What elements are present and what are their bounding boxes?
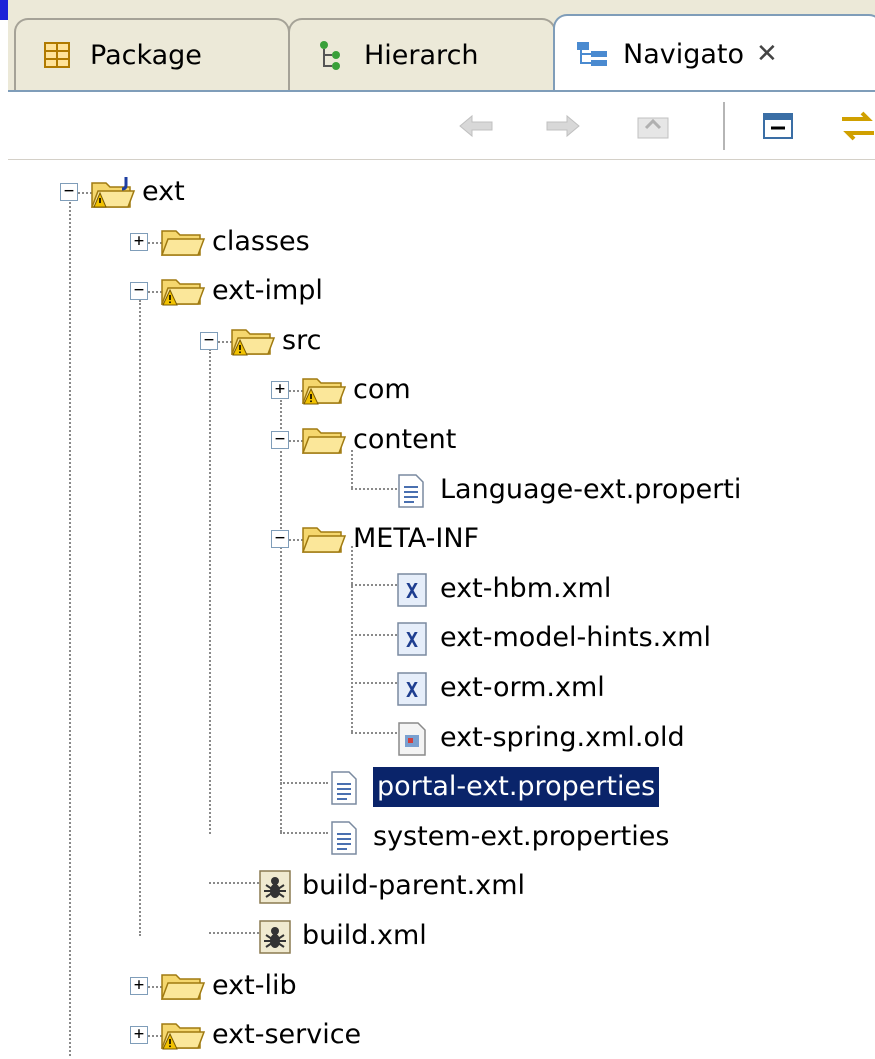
tree-item[interactable]: portal-ext.properties — [8, 765, 875, 811]
svg-text:X: X — [406, 678, 418, 702]
hierarchy-icon — [316, 40, 346, 70]
generic-file-icon — [396, 721, 438, 756]
collapse-all-icon[interactable] — [758, 106, 798, 146]
expand-icon[interactable]: + — [130, 232, 148, 251]
collapse-icon[interactable]: − — [60, 183, 78, 201]
editor-edge-marker — [0, 0, 8, 20]
folder-icon — [160, 225, 206, 259]
left-edge — [0, 0, 8, 1056]
go-up-icon[interactable] — [633, 106, 673, 146]
svg-text:X: X — [406, 579, 418, 603]
tree-item-label: com — [353, 374, 411, 406]
folder-warning-icon — [301, 373, 347, 407]
project-folder-icon — [90, 175, 136, 209]
tab-label: Hierarch — [364, 39, 479, 71]
tree-item[interactable]: Xext-model-hints.xml — [8, 616, 875, 662]
tree-item-label: META-INF — [353, 523, 480, 555]
view-tab-bar: Package Hierarch Navigato ✕ — [8, 0, 875, 92]
tree-item[interactable]: build.xml — [8, 914, 875, 960]
collapse-icon[interactable]: − — [130, 282, 148, 301]
tree-item[interactable]: − ext — [8, 170, 875, 216]
tree-item[interactable]: + ext-lib — [8, 964, 875, 1010]
folder-icon — [301, 423, 347, 457]
xml-file-icon: X — [396, 671, 438, 706]
tree-item[interactable]: Language-ext.properti — [8, 468, 875, 514]
tree-item[interactable]: − content — [8, 418, 875, 464]
tree-item-label: ext-impl — [212, 275, 323, 307]
tree-item-label: ext — [142, 176, 185, 207]
tree-item[interactable]: build-parent.xml — [8, 864, 875, 910]
xml-file-icon: X — [396, 621, 438, 657]
package-explorer-icon — [42, 40, 72, 70]
close-icon[interactable]: ✕ — [756, 39, 778, 69]
tree-item-label: ext-service — [212, 1019, 362, 1051]
folder-icon — [301, 522, 347, 556]
tree-item-label: build-parent.xml — [302, 870, 526, 902]
xml-file-icon: X — [396, 572, 438, 607]
tree-item[interactable]: ext-spring.xml.old — [8, 716, 875, 762]
tree-item-label: ext-hbm.xml — [440, 572, 612, 604]
text-file-icon — [329, 770, 371, 805]
expand-icon[interactable]: + — [130, 1026, 148, 1045]
folder-warning-icon — [230, 324, 276, 358]
tree-item[interactable]: + classes — [8, 220, 875, 266]
tab-hierarchy[interactable]: Hierarch — [288, 18, 556, 90]
tree-item[interactable]: Xext-hbm.xml — [8, 567, 875, 613]
tree-item[interactable]: + com — [8, 368, 875, 414]
ant-file-icon — [258, 919, 300, 954]
tree-item[interactable]: Xext-orm.xml — [8, 666, 875, 712]
tree-item-label: ext-lib — [212, 969, 297, 1001]
tree-item-label: ext-model-hints.xml — [440, 622, 712, 654]
expand-icon[interactable]: + — [271, 381, 289, 400]
forward-arrow-icon[interactable] — [543, 106, 583, 146]
tree-item[interactable]: system-ext.properties — [8, 815, 875, 861]
tree-item[interactable]: + ext-service — [8, 1013, 875, 1059]
navigator-toolbar — [8, 90, 875, 160]
tree-item-label: content — [353, 424, 457, 455]
expand-icon[interactable]: + — [130, 976, 148, 995]
text-file-icon — [396, 473, 438, 508]
tree-item-label: classes — [212, 225, 310, 257]
folder-warning-icon — [160, 1018, 206, 1052]
toolbar-separator — [723, 102, 725, 150]
tab-label: Package — [90, 39, 202, 71]
tree-item[interactable]: − src — [8, 319, 875, 365]
tree-item-label: build.xml — [302, 920, 427, 951]
navigator-icon — [575, 39, 607, 69]
tree-item-label: Language-ext.properti — [440, 473, 742, 505]
navigator-tree: − ext + classes − ext-impl − src + com − content Lan… — [8, 160, 875, 1056]
tab-package-explorer[interactable]: Package — [14, 18, 290, 90]
collapse-icon[interactable]: − — [271, 431, 289, 449]
folder-icon — [160, 969, 206, 1003]
back-arrow-icon[interactable] — [456, 106, 496, 146]
ant-file-icon — [258, 869, 300, 905]
tab-label: Navigato — [623, 38, 745, 70]
text-file-icon — [329, 820, 371, 855]
link-with-editor-icon[interactable] — [838, 106, 875, 146]
tree-item[interactable]: − META-INF — [8, 517, 875, 563]
collapse-icon[interactable]: − — [200, 331, 218, 350]
tree-item-label: ext-spring.xml.old — [440, 721, 685, 753]
folder-warning-icon — [160, 274, 206, 308]
svg-text:X: X — [406, 628, 418, 652]
tree-item-label: system-ext.properties — [373, 820, 670, 852]
tree-item-label: src — [282, 324, 322, 356]
collapse-icon[interactable]: − — [271, 530, 289, 549]
tree-item-label: ext-orm.xml — [440, 672, 605, 703]
tree-item[interactable]: − ext-impl — [8, 269, 875, 315]
tree-item-label: portal-ext.properties — [373, 767, 660, 808]
tab-navigator[interactable]: Navigato ✕ — [553, 14, 875, 92]
